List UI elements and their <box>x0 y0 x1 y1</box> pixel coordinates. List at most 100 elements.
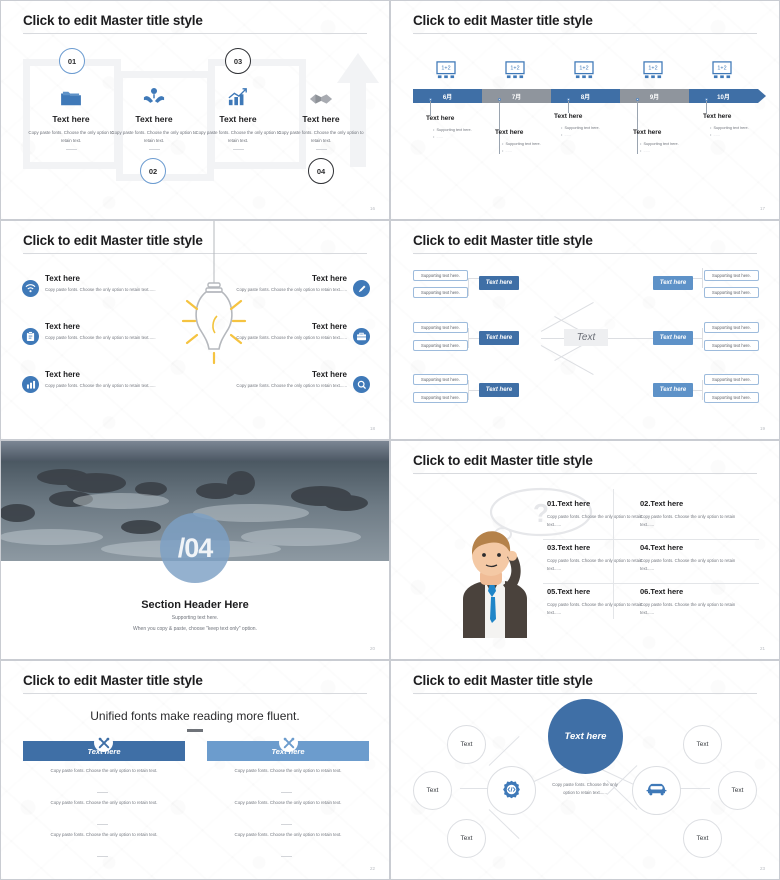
feature-body: Copy paste fonts. Choose the only option… <box>111 130 197 143</box>
leaf-node-right-2[interactable]: Text <box>718 771 757 810</box>
svg-text:1+2: 1+2 <box>510 66 519 72</box>
feature-left-2[interactable]: Text here Copy paste fonts. Choose the o… <box>45 322 195 342</box>
timeline-segment-2[interactable]: 7月 <box>482 89 551 103</box>
item-heading: 04.Text here <box>640 543 684 552</box>
page-number: 21 <box>759 646 765 651</box>
connector <box>702 268 703 288</box>
feature-right-3[interactable]: Text here Copy paste fonts. Choose the o… <box>197 370 347 390</box>
slide-3[interactable]: Click to edit Master title style Text he… <box>0 220 390 440</box>
numbered-item-03[interactable]: 03.Text here Copy paste fonts. Choose th… <box>547 543 645 573</box>
svg-text:1+2: 1+2 <box>579 66 588 72</box>
item-body: Copy paste fonts. Choose the only option… <box>640 514 736 527</box>
mindmap-leaf[interactable]: Supporting text here. <box>413 287 468 298</box>
connector <box>468 328 469 348</box>
mindmap-node-left-2[interactable]: Text here <box>479 331 519 345</box>
connector <box>488 735 520 766</box>
connector <box>702 380 703 400</box>
mindmap-leaf[interactable]: Supporting text here. <box>413 374 468 385</box>
central-node[interactable]: Text here <box>548 699 623 774</box>
timeline-segment-1[interactable]: 6月 <box>413 89 482 103</box>
feature-left-1[interactable]: Text here Copy paste fonts. Choose the o… <box>45 274 195 294</box>
timeline-segment-3[interactable]: 8月 <box>551 89 620 103</box>
feature-column-2[interactable]: Text here Copy paste fonts. Choose the o… <box>111 81 197 151</box>
hub-node-left[interactable] <box>487 766 536 815</box>
divider <box>148 149 160 151</box>
page-title: Click to edit Master title style <box>413 673 593 688</box>
mindmap-node-left-1[interactable]: Text here <box>479 276 519 290</box>
page-number: 17 <box>759 206 765 211</box>
numbered-item-04[interactable]: 04.Text here Copy paste fonts. Choose th… <box>640 543 738 573</box>
feature-body: Copy paste fonts. Choose the only option… <box>45 335 156 340</box>
slide-8[interactable]: Click to edit Master title style Text he… <box>390 660 780 880</box>
divider <box>97 824 108 825</box>
step-badge-01[interactable]: 01 <box>59 48 85 74</box>
feature-column-4[interactable]: Text here Copy paste fonts. Choose the o… <box>278 81 364 151</box>
presentation-board-icon: 1+2 <box>504 61 526 79</box>
page-number: 16 <box>369 206 375 211</box>
step-badge-04[interactable]: 04 <box>308 158 334 184</box>
slide-2[interactable]: Click to edit Master title style 6月 7月 8… <box>390 0 780 220</box>
title-divider <box>413 473 757 474</box>
slide-1[interactable]: Click to edit Master title style 01 02 0… <box>0 0 390 220</box>
slide-4[interactable]: Click to edit Master title style Text Te… <box>390 220 780 440</box>
slide-7[interactable]: Click to edit Master title style Unified… <box>0 660 390 880</box>
mindmap-center[interactable]: Text <box>564 329 608 346</box>
panel-para-right-2: Copy paste fonts. Choose the only option… <box>234 800 342 805</box>
item-heading: 02.Text here <box>640 499 684 508</box>
svg-text:1+2: 1+2 <box>441 66 450 72</box>
mindmap-leaf[interactable]: Supporting text here. <box>413 270 468 281</box>
feature-left-3[interactable]: Text here Copy paste fonts. Choose the o… <box>45 370 195 390</box>
mindmap-leaf[interactable]: Supporting text here. <box>704 322 759 333</box>
mindmap-leaf[interactable]: Supporting text here. <box>413 322 468 333</box>
slide-6[interactable]: Click to edit Master title style ? 01.Te… <box>390 440 780 660</box>
feature-right-2[interactable]: Text here Copy paste fonts. Choose the o… <box>197 322 347 342</box>
leaf-node-left-1[interactable]: Text <box>447 725 486 764</box>
leaf-node-left-2[interactable]: Text <box>413 771 452 810</box>
mindmap-leaf[interactable]: Supporting text here. <box>704 287 759 298</box>
mindmap-node-left-3[interactable]: Text here <box>479 383 519 397</box>
hub-node-right[interactable] <box>632 766 681 815</box>
divider <box>97 856 108 857</box>
section-number-badge: /04 <box>160 513 230 583</box>
mindmap-node-right-2[interactable]: Text here <box>653 331 693 345</box>
timeline-stem <box>637 101 638 154</box>
numbered-item-02[interactable]: 02.Text here Copy paste fonts. Choose th… <box>640 499 738 529</box>
feature-right-1[interactable]: Text here Copy paste fonts. Choose the o… <box>197 274 347 294</box>
mindmap-leaf[interactable]: Supporting text here. <box>704 374 759 385</box>
presentation-board-icon: 1+2 <box>573 61 595 79</box>
timeline-bar: 6月 7月 8月 9月 10月 <box>413 89 766 103</box>
wifi-icon <box>22 280 39 297</box>
title-divider <box>23 33 367 34</box>
numbered-item-05[interactable]: 05.Text here Copy paste fonts. Choose th… <box>547 587 645 617</box>
page-number: 18 <box>369 426 375 431</box>
page-title: Click to edit Master title style <box>23 13 203 28</box>
timeline-segment-4[interactable]: 9月 <box>620 89 689 103</box>
numbered-item-01[interactable]: 01.Text here Copy paste fonts. Choose th… <box>547 499 645 529</box>
mindmap-leaf[interactable]: Supporting text here. <box>704 340 759 351</box>
feature-column-1[interactable]: Text here Copy paste fonts. Choose the o… <box>28 81 114 151</box>
step-badge-02[interactable]: 02 <box>140 158 166 184</box>
timeline-segment-5[interactable]: 10月 <box>689 89 758 103</box>
mindmap-node-right-3[interactable]: Text here <box>653 383 693 397</box>
step-badge-03[interactable]: 03 <box>225 48 251 74</box>
leaf-node-right-1[interactable]: Text <box>683 725 722 764</box>
mindmap-leaf[interactable]: Supporting text here. <box>704 392 759 403</box>
title-divider <box>23 693 367 694</box>
bar-chart-icon <box>22 376 39 393</box>
leaf-node-right-3[interactable]: Text <box>683 819 722 858</box>
slide-5[interactable]: /04 Section Header Here Supporting text … <box>0 440 390 660</box>
mindmap-leaf[interactable]: Supporting text here. <box>704 270 759 281</box>
item-body: Copy paste fonts. Choose the only option… <box>640 602 736 615</box>
mindmap-node-right-1[interactable]: Text here <box>653 276 693 290</box>
leaf-node-left-3[interactable]: Text <box>447 819 486 858</box>
tools-cross-icon <box>279 733 298 752</box>
feature-heading: Text here <box>52 114 90 124</box>
mindmap-leaf[interactable]: Supporting text here. <box>413 392 468 403</box>
milestone-heading-5: Text here <box>703 113 732 120</box>
page-number: 19 <box>759 426 765 431</box>
feature-heading: Text here <box>45 370 80 379</box>
mindmap-leaf[interactable]: Supporting text here. <box>413 340 468 351</box>
feature-body: Copy paste fonts. Choose the only option… <box>236 335 347 340</box>
numbered-item-06[interactable]: 06.Text here Copy paste fonts. Choose th… <box>640 587 738 617</box>
feature-column-3[interactable]: Text here Copy paste fonts. Choose the o… <box>195 81 281 151</box>
